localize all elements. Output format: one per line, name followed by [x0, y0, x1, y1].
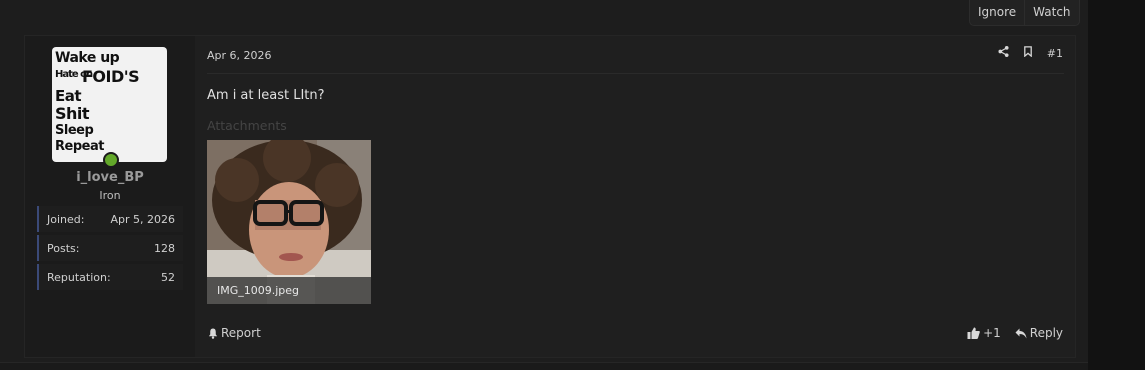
user-rank: Iron: [99, 189, 121, 202]
online-status-indicator: [103, 152, 119, 168]
reply-button[interactable]: Reply: [1015, 326, 1063, 340]
bell-icon: [208, 327, 218, 339]
avatar-text: Sleep: [55, 123, 94, 138]
thumbs-up-icon: [967, 327, 980, 339]
report-label: Report: [221, 326, 261, 340]
watch-button[interactable]: Watch: [1024, 0, 1078, 25]
report-button[interactable]: Report: [208, 326, 261, 340]
avatar[interactable]: Wake up Hate on FOID'S Eat Shit Sleep Re…: [52, 47, 167, 162]
stat-value: Apr 5, 2026: [110, 212, 175, 226]
thread-action-buttons: Ignore Watch: [969, 0, 1080, 26]
stat-posts: Posts: 128: [37, 235, 183, 261]
user-sidebar: Wake up Hate on FOID'S Eat Shit Sleep Re…: [25, 36, 195, 357]
attachment-filename: IMG_1009.jpeg: [207, 277, 371, 304]
next-post-edge: [0, 362, 1088, 370]
post-actions: +1 Reply: [967, 326, 1063, 340]
stat-label: Reputation:: [47, 270, 111, 284]
stat-label: Joined:: [47, 212, 85, 226]
stat-label: Posts:: [47, 241, 80, 255]
share-icon[interactable]: [998, 46, 1009, 60]
ignore-button[interactable]: Ignore: [970, 0, 1024, 25]
stat-reputation: Reputation: 52: [37, 264, 183, 290]
post-date[interactable]: Apr 6, 2026: [207, 49, 272, 62]
post-tools: #1: [998, 46, 1063, 60]
bookmark-icon[interactable]: [1023, 46, 1033, 60]
post: Wake up Hate on FOID'S Eat Shit Sleep Re…: [24, 35, 1076, 358]
post-content: Apr 6, 2026 #1 Am i at least LItn? Attac…: [195, 36, 1075, 357]
attachments-label: Attachments: [207, 118, 287, 133]
attachment-thumbnail[interactable]: IMG_1009.jpeg: [207, 140, 371, 304]
thread-page: Ignore Watch Wake up Hate on FOID'S Eat …: [0, 0, 1145, 370]
stat-value: 52: [161, 270, 175, 284]
post-message: Am i at least LItn?: [207, 88, 325, 103]
username[interactable]: i_love_BP: [25, 170, 195, 185]
avatar-text: Wake up: [55, 50, 120, 66]
stat-value: 128: [154, 241, 175, 255]
avatar-text: Shit: [55, 104, 90, 123]
divider: [207, 73, 1064, 74]
stat-joined: Joined: Apr 5, 2026: [37, 206, 183, 232]
user-stats: Joined: Apr 5, 2026 Posts: 128 Reputatio…: [37, 206, 183, 293]
reply-icon: [1015, 328, 1027, 338]
reply-label: Reply: [1029, 326, 1063, 340]
avatar-text: Repeat: [55, 139, 104, 154]
right-gutter: [1088, 0, 1145, 370]
avatar-text: FOID'S: [82, 67, 140, 86]
avatar-text: Eat: [55, 87, 82, 105]
like-button[interactable]: +1: [967, 326, 1001, 340]
reaction-count: +1: [983, 326, 1001, 340]
post-number-link[interactable]: #1: [1047, 47, 1063, 60]
